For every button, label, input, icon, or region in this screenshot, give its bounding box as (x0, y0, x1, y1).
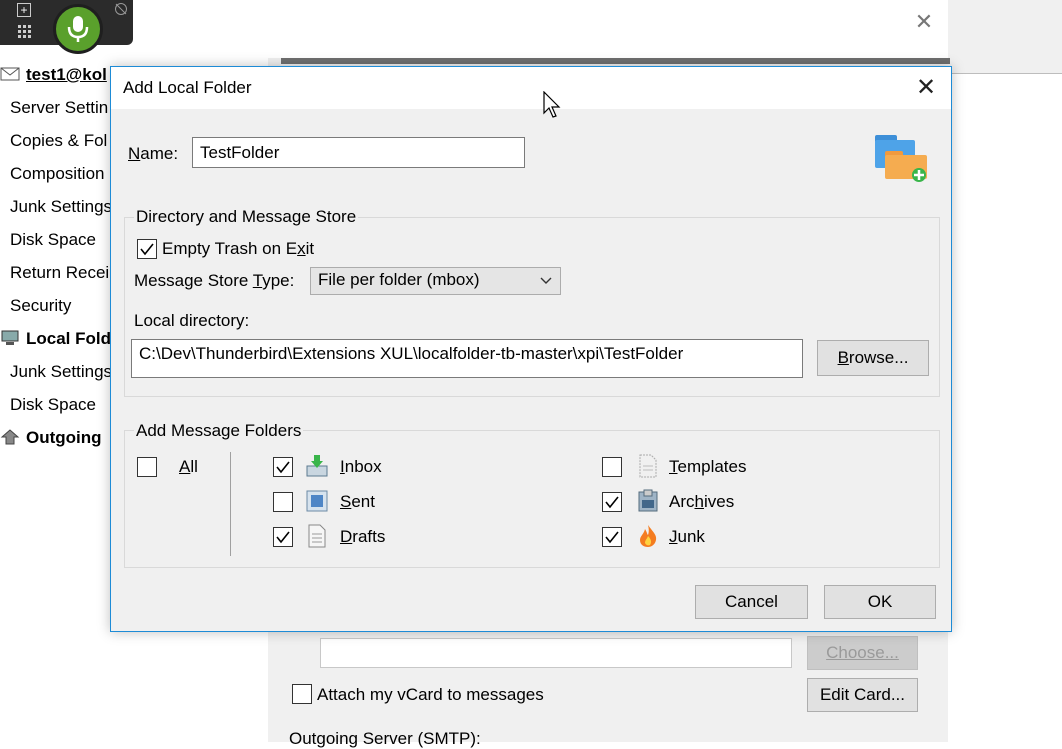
directory-group-legend: Directory and Message Store (134, 207, 359, 227)
tree-account-label: Outgoing (26, 428, 102, 447)
local-dir-input[interactable]: C:\Dev\Thunderbird\Extensions XUL\localf… (131, 339, 803, 378)
archives-checkbox[interactable] (602, 492, 622, 512)
inbox-checkbox[interactable] (273, 457, 293, 477)
background-pane-header (281, 58, 950, 64)
tree-item-server-settings[interactable]: Server Settin (10, 93, 108, 123)
store-type-select[interactable]: File per folder (mbox) (310, 267, 561, 295)
tree-item-copies-folders[interactable]: Copies & Fol (10, 126, 107, 156)
sent-checkbox[interactable] (273, 492, 293, 512)
name-label: Name: (128, 144, 179, 163)
local-dir-label: Local directory: (134, 311, 250, 330)
browse-button[interactable]: Browse... (817, 340, 929, 376)
tree-account-label: Local Fold (26, 329, 111, 348)
all-folders-checkbox[interactable] (137, 457, 157, 477)
computer-icon (0, 326, 20, 345)
outgoing-server-label: Outgoing Server (SMTP): (289, 729, 481, 748)
drafts-label: Drafts (340, 527, 386, 546)
attach-vcard-checkbox[interactable] (292, 684, 312, 704)
drafts-checkbox[interactable] (273, 527, 293, 547)
store-type-label: Message Store Type: (134, 271, 295, 290)
attach-vcard-label: Attach my vCard to messages (317, 685, 544, 704)
background-close-icon[interactable]: ✕ (912, 10, 936, 34)
microphone-button[interactable] (53, 4, 103, 54)
envelope-icon (0, 62, 20, 81)
background-window-titlebar: u ✕ (0, 0, 949, 45)
inbox-label: Inbox (340, 457, 382, 476)
tree-item-security[interactable]: Security (10, 291, 71, 321)
drafts-icon (308, 524, 326, 548)
background-right-panel (948, 0, 1062, 74)
tree-account-label: test1@kol (26, 65, 107, 84)
name-input[interactable]: TestFolder (192, 137, 525, 168)
add-local-folder-dialog: Add Local Folder ✕ Name: TestFolder Dire… (110, 66, 952, 632)
folders-group-legend: Add Message Folders (134, 421, 304, 441)
archives-icon (638, 489, 658, 512)
templates-icon (639, 454, 657, 478)
junk-icon (640, 525, 657, 547)
background-path-input[interactable] (320, 638, 792, 668)
tree-account-outgoing[interactable]: Outgoing (0, 423, 102, 453)
voice-input-widget: + (0, 0, 133, 54)
choose-button-label: Choose... (826, 643, 899, 662)
tree-account-test1[interactable]: test1@kol (0, 60, 107, 90)
tree-item-disk-space-local[interactable]: Disk Space (10, 390, 96, 420)
dialog-titlebar: Add Local Folder ✕ (111, 67, 951, 109)
sent-label: Sent (340, 492, 375, 511)
close-icon[interactable]: ✕ (911, 73, 941, 103)
tree-item-junk-settings[interactable]: Junk Settings (10, 192, 112, 222)
add-folder-icon (875, 135, 927, 182)
edit-card-button[interactable]: Edit Card... (807, 678, 918, 712)
sent-icon (306, 490, 328, 512)
empty-trash-label: Empty Trash on Exit (162, 239, 315, 258)
archives-label: Archives (669, 492, 735, 511)
tree-item-return-receipts[interactable]: Return Recei (10, 258, 109, 288)
inbox-icon (306, 455, 328, 477)
folders-separator (230, 452, 231, 556)
tree-item-disk-space[interactable]: Disk Space (10, 225, 96, 255)
cancel-button[interactable]: Cancel (695, 585, 808, 619)
mic-off-icon[interactable] (114, 2, 128, 19)
empty-trash-checkbox[interactable] (137, 239, 157, 259)
outbox-icon (0, 425, 20, 445)
ok-button[interactable]: OK (824, 585, 936, 619)
templates-checkbox[interactable] (602, 457, 622, 477)
dialog-title: Add Local Folder (123, 78, 252, 97)
keypad-icon[interactable] (17, 24, 33, 40)
folders-groupbox (124, 430, 940, 568)
microphone-icon (67, 16, 89, 42)
tree-account-local-folders[interactable]: Local Fold (0, 324, 111, 354)
mouse-cursor-icon (543, 91, 561, 118)
junk-checkbox[interactable] (602, 527, 622, 547)
add-icon[interactable]: + (17, 3, 31, 17)
store-type-value: File per folder (mbox) (318, 270, 480, 289)
chevron-down-icon (540, 268, 552, 300)
tree-item-junk-settings-local[interactable]: Junk Settings (10, 357, 112, 387)
tree-item-composition[interactable]: Composition (10, 159, 105, 189)
all-folders-label: All (179, 457, 198, 476)
junk-label: Junk (669, 527, 705, 546)
choose-button[interactable]: Choose... (807, 636, 918, 670)
templates-label: Templates (669, 457, 747, 476)
